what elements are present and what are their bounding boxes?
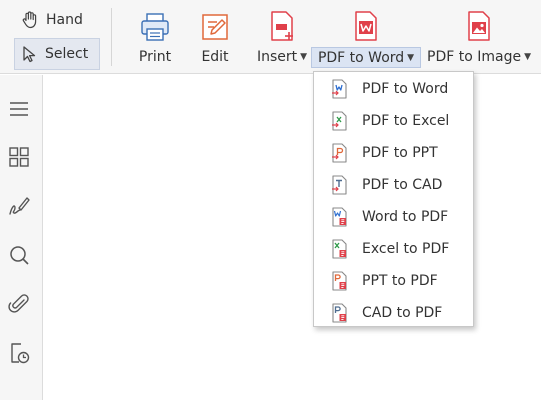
menu-item-pdf-to-cad[interactable]: PDF to CAD <box>314 169 473 201</box>
pdf-to-excel-icon <box>332 111 347 131</box>
menu-item-label: Word to PDF <box>362 209 449 225</box>
menu-item-label: PDF to PPT <box>362 145 438 161</box>
ppt-to-pdf-icon <box>332 271 347 291</box>
sidebar-signature-button[interactable] <box>6 193 32 219</box>
print-button[interactable]: Print <box>135 6 175 70</box>
history-icon <box>11 343 30 364</box>
pdf-to-image-icon <box>468 11 490 41</box>
edit-button[interactable]: Edit <box>196 6 234 70</box>
attachment-icon <box>8 294 29 313</box>
chevron-down-icon: ▼ <box>300 52 308 62</box>
word-to-pdf-icon <box>332 207 347 227</box>
select-tool-label: Select <box>45 46 89 62</box>
toolbar: Hand Select Print Edit Insert ▼ PDF to W… <box>0 0 541 74</box>
menu-item-label: CAD to PDF <box>362 305 443 321</box>
toolbar-divider <box>111 8 112 66</box>
menu-item-label: PPT to PDF <box>362 273 438 289</box>
pdf-to-image-label: PDF to Image <box>427 49 522 65</box>
edit-icon <box>202 14 228 40</box>
menu-item-label: PDF to Word <box>362 81 449 97</box>
pdf-to-word-label: PDF to Word <box>317 49 405 66</box>
menu-item-cad-to-pdf[interactable]: CAD to PDF <box>314 297 473 329</box>
menu-icon <box>10 102 28 116</box>
menu-item-excel-to-pdf[interactable]: Excel to PDF <box>314 233 473 265</box>
pdf-to-image-button[interactable]: PDF to Image ▼ <box>426 6 532 70</box>
menu-item-pdf-to-ppt[interactable]: PDF to PPT <box>314 137 473 169</box>
menu-item-pdf-to-excel[interactable]: PDF to Excel <box>314 105 473 137</box>
pdf-to-ppt-icon <box>332 143 347 163</box>
pdf-to-cad-icon <box>332 175 347 195</box>
left-sidebar <box>0 75 43 400</box>
pdf-to-word-icon <box>355 11 377 41</box>
menu-item-pdf-to-word[interactable]: PDF to Word <box>314 73 473 105</box>
hand-tool-button[interactable]: Hand <box>14 5 100 35</box>
menu-item-word-to-pdf[interactable]: Word to PDF <box>314 201 473 233</box>
menu-item-label: PDF to Excel <box>362 113 450 129</box>
edit-label: Edit <box>201 49 229 65</box>
menu-item-label: Excel to PDF <box>362 241 450 257</box>
hand-tool-label: Hand <box>46 12 83 28</box>
sidebar-attachments-button[interactable] <box>6 291 32 317</box>
insert-page-icon <box>271 11 293 41</box>
chevron-down-icon: ▼ <box>524 52 531 62</box>
hand-icon <box>22 11 37 29</box>
print-label: Print <box>138 49 172 65</box>
menu-item-ppt-to-pdf[interactable]: PPT to PDF <box>314 265 473 297</box>
excel-to-pdf-icon <box>332 239 347 259</box>
signature-icon <box>9 197 30 215</box>
sidebar-search-button[interactable] <box>6 242 32 268</box>
cursor-icon <box>23 46 36 63</box>
insert-button[interactable]: Insert ▼ <box>257 6 307 70</box>
thumbnails-icon <box>9 147 29 167</box>
sidebar-menu-button[interactable] <box>6 96 32 122</box>
pdf-to-word-button[interactable]: PDF to Word ▼ <box>310 6 422 70</box>
sidebar-history-button[interactable] <box>6 340 32 366</box>
search-icon <box>10 246 29 265</box>
menu-item-label: PDF to CAD <box>362 177 443 193</box>
cad-to-pdf-icon <box>332 303 347 323</box>
printer-icon <box>141 13 169 41</box>
chevron-down-icon: ▼ <box>407 52 415 63</box>
select-tool-button[interactable]: Select <box>14 38 100 70</box>
pdf-to-word-dropdown-menu: PDF to Word PDF to Excel PDF to PPT PDF … <box>313 71 474 327</box>
insert-label: Insert <box>256 49 298 65</box>
sidebar-thumbnails-button[interactable] <box>6 144 32 170</box>
pdf-to-word-icon <box>332 79 347 99</box>
